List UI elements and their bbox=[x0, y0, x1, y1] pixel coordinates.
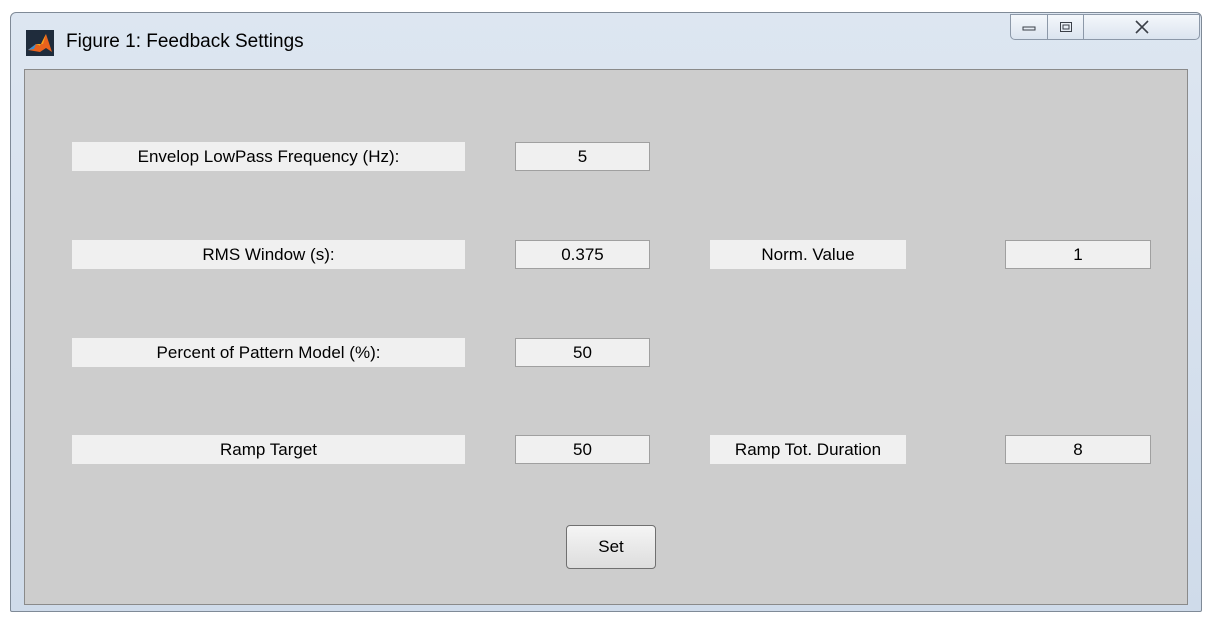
figure-panel: Envelop LowPass Frequency (Hz): 5 RMS Wi… bbox=[24, 69, 1188, 605]
percent-pattern-field[interactable]: 50 bbox=[515, 338, 650, 367]
norm-value-field[interactable]: 1 bbox=[1005, 240, 1151, 269]
maximize-icon bbox=[1059, 22, 1072, 32]
figure-window: Figure 1: Feedback Settings Envelop LowP… bbox=[10, 12, 1202, 612]
minimize-icon bbox=[1022, 26, 1036, 31]
close-icon bbox=[1134, 20, 1149, 34]
matlab-logo-icon bbox=[26, 30, 54, 56]
norm-value-label: Norm. Value bbox=[710, 240, 906, 269]
ramp-target-field[interactable]: 50 bbox=[515, 435, 650, 464]
ramp-duration-label: Ramp Tot. Duration bbox=[710, 435, 906, 464]
window-title: Figure 1: Feedback Settings bbox=[66, 31, 304, 52]
minimize-button[interactable] bbox=[1010, 14, 1048, 40]
maximize-button[interactable] bbox=[1047, 14, 1084, 40]
envelop-lowpass-label: Envelop LowPass Frequency (Hz): bbox=[72, 142, 465, 171]
close-button[interactable] bbox=[1083, 14, 1200, 40]
percent-pattern-label: Percent of Pattern Model (%): bbox=[72, 338, 465, 367]
ramp-duration-field[interactable]: 8 bbox=[1005, 435, 1151, 464]
title-bar[interactable]: Figure 1: Feedback Settings bbox=[11, 13, 1201, 69]
rms-window-label: RMS Window (s): bbox=[72, 240, 465, 269]
set-button[interactable]: Set bbox=[566, 525, 656, 569]
rms-window-field[interactable]: 0.375 bbox=[515, 240, 650, 269]
ramp-target-label: Ramp Target bbox=[72, 435, 465, 464]
envelop-lowpass-field[interactable]: 5 bbox=[515, 142, 650, 171]
